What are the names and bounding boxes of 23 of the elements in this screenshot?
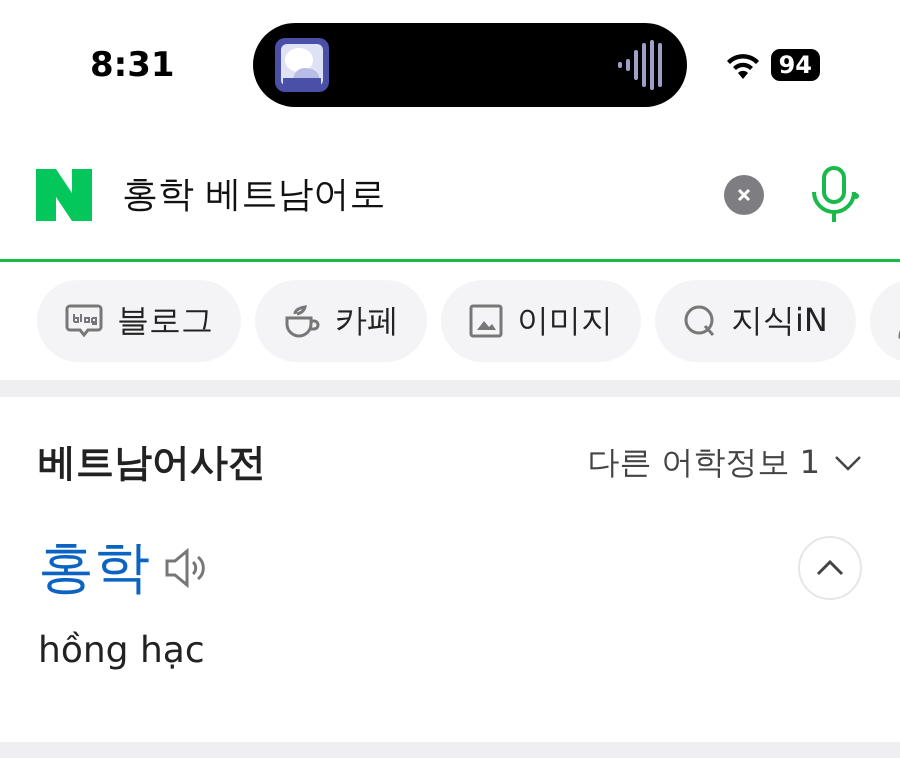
battery-level: 94 (770, 49, 820, 81)
category-chip[interactable]: 블로그 (37, 280, 241, 362)
close-icon (736, 186, 752, 202)
speaker-icon[interactable] (164, 548, 206, 588)
section-title: 베트남어사전 (38, 439, 266, 486)
image-icon (469, 304, 503, 338)
waveform-icon (616, 38, 665, 92)
more-info-link[interactable]: 다른 어학정보 1 (587, 440, 862, 484)
category-chip[interactable]: 지식iN (655, 280, 856, 362)
headword: 홍학 (38, 534, 150, 602)
wifi-icon (724, 51, 761, 79)
search-icon (683, 304, 717, 338)
chevron-down-icon (834, 454, 862, 472)
clear-button[interactable] (724, 174, 764, 214)
n-logo-icon (36, 168, 92, 220)
category-chip[interactable]: 카페 (255, 280, 427, 362)
category-chip[interactable]: 이미지 (441, 280, 641, 362)
cup-icon (283, 302, 321, 340)
translation: hồng hạc (38, 630, 206, 671)
blog-icon (65, 304, 103, 338)
clock: 8:31 (90, 45, 175, 85)
chevron-icon (816, 559, 844, 577)
search-field[interactable]: 홍학 베트남어로 (120, 173, 696, 216)
